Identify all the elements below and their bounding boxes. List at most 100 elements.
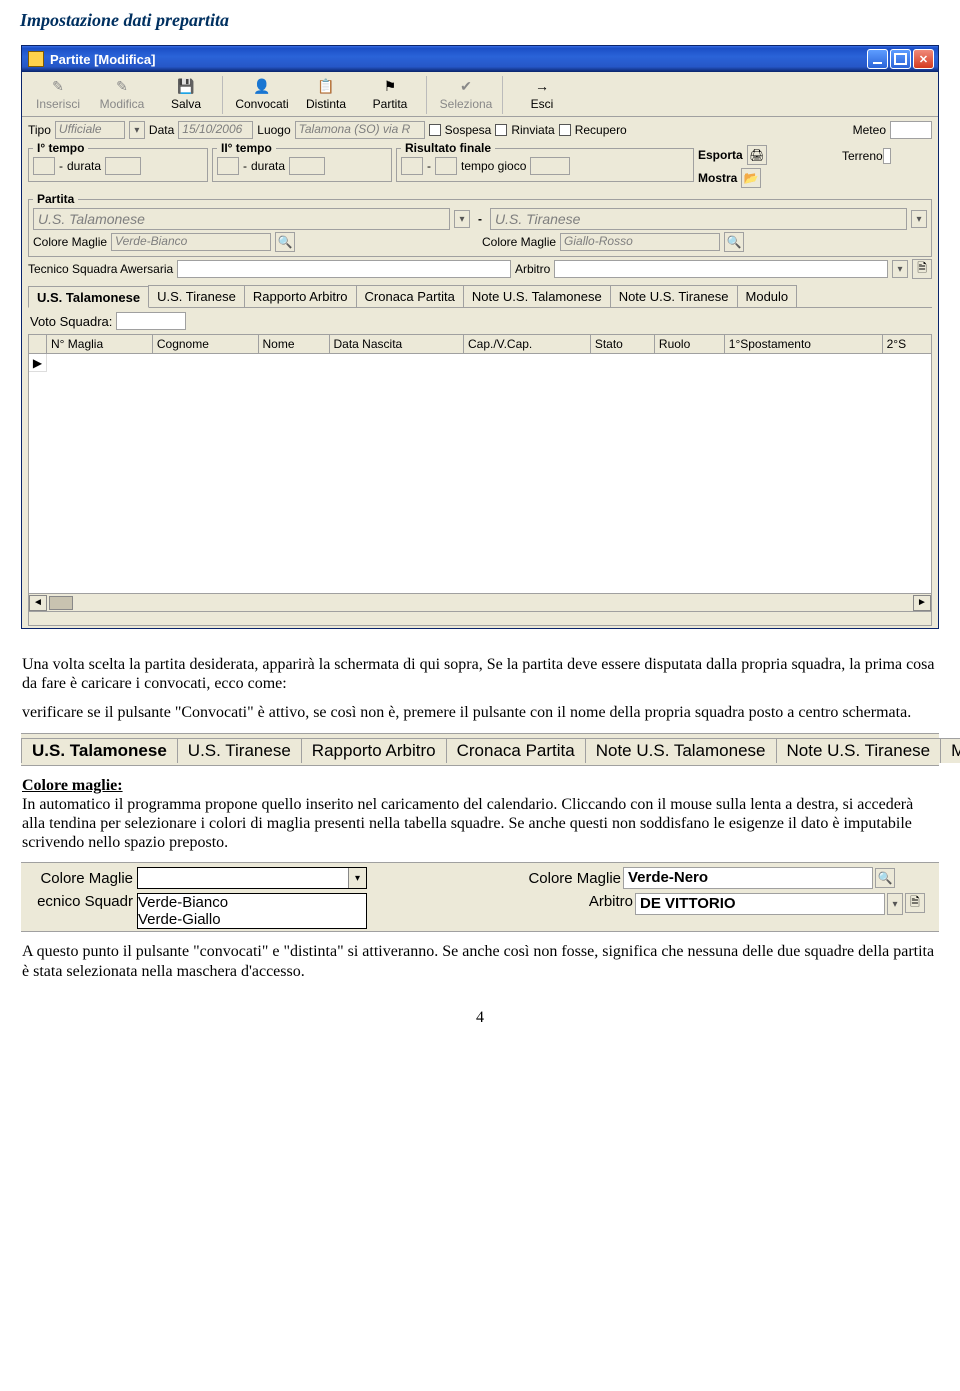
tecnico-field[interactable]: [177, 260, 511, 278]
mostra-button[interactable]: 📂: [741, 168, 761, 188]
partita-button[interactable]: ⚑Partita: [358, 74, 422, 116]
tipo-field[interactable]: Ufficiale: [55, 121, 125, 139]
tempo-gioco-field[interactable]: [530, 157, 570, 175]
data-field[interactable]: 15/10/2006: [178, 121, 253, 139]
paragraph-4: A questo punto il pulsante "convocati" e…: [22, 942, 938, 980]
slice-tab-1[interactable]: U.S. Tiranese: [177, 738, 302, 763]
voto-field[interactable]: [116, 312, 186, 330]
tab-6[interactable]: Modulo: [737, 285, 798, 307]
inserisci-icon: ✎: [27, 77, 89, 95]
tipo-dropdown-icon[interactable]: ▾: [129, 121, 145, 139]
mostra-label: Mostra: [698, 171, 737, 185]
scroll-left-icon[interactable]: ◄: [29, 595, 47, 611]
t1-score-field[interactable]: [33, 157, 55, 175]
col-ruolo[interactable]: Ruolo: [654, 335, 724, 354]
horizontal-scrollbar[interactable]: ◄ ►: [28, 594, 932, 612]
tab-5[interactable]: Note U.S. Tiranese: [610, 285, 738, 307]
salva-icon: 💾: [155, 77, 217, 95]
scroll-thumb[interactable]: [49, 596, 73, 610]
arbitro-dropdown-icon[interactable]: ▾: [892, 260, 908, 278]
esporta-button[interactable]: 🖨: [747, 145, 767, 165]
away-team-dropdown-icon[interactable]: ▾: [911, 210, 927, 228]
cm-away-field[interactable]: Giallo-Rosso: [560, 233, 720, 251]
rinviata-label: Rinviata: [511, 123, 554, 137]
terreno-field[interactable]: [883, 148, 891, 164]
col-1spostamento[interactable]: 1°Spostamento: [724, 335, 882, 354]
cm-away-lens-icon[interactable]: 🔍: [724, 232, 744, 252]
distinta-icon: 📋: [295, 77, 357, 95]
col-datanascita[interactable]: Data Nascita: [329, 335, 464, 354]
tecnico-trunc-label: ecnico Squadr: [23, 893, 133, 910]
page-title: Impostazione dati prepartita: [20, 10, 940, 31]
risultato-legend: Risultato finale: [401, 141, 495, 155]
scroll-right-icon[interactable]: ►: [913, 595, 931, 611]
col-nmaglia[interactable]: N° Maglia: [47, 335, 153, 354]
esci-button[interactable]: →Esci: [510, 74, 574, 116]
sospesa-label: Sospesa: [445, 123, 492, 137]
page-number: 4: [20, 1009, 940, 1027]
tab-3[interactable]: Cronaca Partita: [356, 285, 464, 307]
col-cognome[interactable]: Cognome: [152, 335, 258, 354]
t2-durata-field[interactable]: [289, 157, 325, 175]
arbitro-slice-field[interactable]: DE VITTORIO: [635, 893, 885, 915]
cm-right-label: Colore Maglie: [528, 870, 621, 887]
close-button[interactable]: ✕: [913, 49, 934, 69]
cm-left-dropdown[interactable]: ▾: [137, 867, 367, 889]
recupero-label: Recupero: [575, 123, 627, 137]
col-nome[interactable]: Nome: [258, 335, 329, 354]
t2-score-field[interactable]: [217, 157, 239, 175]
slice-tab-4[interactable]: Note U.S. Talamonese: [585, 738, 777, 763]
partita-legend: Partita: [33, 192, 78, 206]
slice-tab-3[interactable]: Cronaca Partita: [446, 738, 586, 763]
cm-option[interactable]: Verde-Giallo: [138, 911, 366, 928]
cm-right-field[interactable]: Verde-Nero: [623, 867, 873, 889]
tab-0[interactable]: U.S. Talamonese: [28, 286, 149, 308]
slice-tab-6[interactable]: Modulo: [940, 738, 960, 763]
minimize-button[interactable]: [867, 49, 888, 69]
cm-left-label: Colore Maglie: [23, 870, 133, 887]
cm-home-field[interactable]: Verde-Bianco: [111, 233, 271, 251]
slice-tab-5[interactable]: Note U.S. Tiranese: [776, 738, 942, 763]
home-team-field[interactable]: U.S. Talamonese: [33, 208, 450, 230]
arbitro-slice-new-icon[interactable]: 🗎: [905, 893, 925, 913]
col-stato[interactable]: Stato: [590, 335, 654, 354]
voto-label: Voto Squadra:: [30, 314, 112, 329]
rf-away-field[interactable]: [435, 157, 457, 175]
col-2s[interactable]: 2°S: [882, 335, 931, 354]
cm-home-lens-icon[interactable]: 🔍: [275, 232, 295, 252]
arbitro-field[interactable]: [554, 260, 888, 278]
chevron-down-icon[interactable]: ▾: [348, 868, 366, 888]
arbitro-new-icon[interactable]: 🗎: [912, 259, 932, 279]
home-team-dropdown-icon[interactable]: ▾: [454, 210, 470, 228]
salva-button[interactable]: 💾Salva: [154, 74, 218, 116]
sospesa-checkbox[interactable]: [429, 124, 441, 136]
away-team-field[interactable]: U.S. Tiranese: [490, 208, 907, 230]
distinta-button[interactable]: 📋Distinta: [294, 74, 358, 116]
t1-durata-field[interactable]: [105, 157, 141, 175]
cm-right-lens-icon[interactable]: 🔍: [875, 868, 895, 888]
data-label: Data: [149, 123, 174, 137]
cm-away-label: Colore Maglie: [482, 235, 556, 249]
tab-2[interactable]: Rapporto Arbitro: [244, 285, 357, 307]
convocati-button[interactable]: 👤Convocati: [230, 74, 294, 116]
rf-home-field[interactable]: [401, 157, 423, 175]
tempo2-legend: II° tempo: [217, 141, 276, 155]
seleziona-button: ✔Seleziona: [434, 74, 498, 116]
grid-body[interactable]: ▶: [28, 354, 932, 594]
slice-tab-2[interactable]: Rapporto Arbitro: [301, 738, 447, 763]
cm-options-list[interactable]: Verde-BiancoVerde-Giallo: [137, 893, 367, 929]
cm-option[interactable]: Verde-Bianco: [138, 894, 366, 911]
recupero-checkbox[interactable]: [559, 124, 571, 136]
maximize-button[interactable]: [890, 49, 911, 69]
tab-1[interactable]: U.S. Tiranese: [148, 285, 245, 307]
partita-icon: ⚑: [359, 77, 421, 95]
paragraph-3: In automatico il programma propone quell…: [22, 796, 913, 851]
slice-tab-0[interactable]: U.S. Talamonese: [21, 738, 178, 763]
luogo-field[interactable]: Talamona (SO) via R: [295, 121, 425, 139]
tab-4[interactable]: Note U.S. Talamonese: [463, 285, 611, 307]
arbitro-slice-dropdown-icon[interactable]: ▾: [887, 893, 903, 915]
rinviata-checkbox[interactable]: [495, 124, 507, 136]
meteo-field[interactable]: [890, 121, 932, 139]
col-capvcap[interactable]: Cap./V.Cap.: [464, 335, 591, 354]
window-title: Partite [Modifica]: [50, 52, 155, 67]
